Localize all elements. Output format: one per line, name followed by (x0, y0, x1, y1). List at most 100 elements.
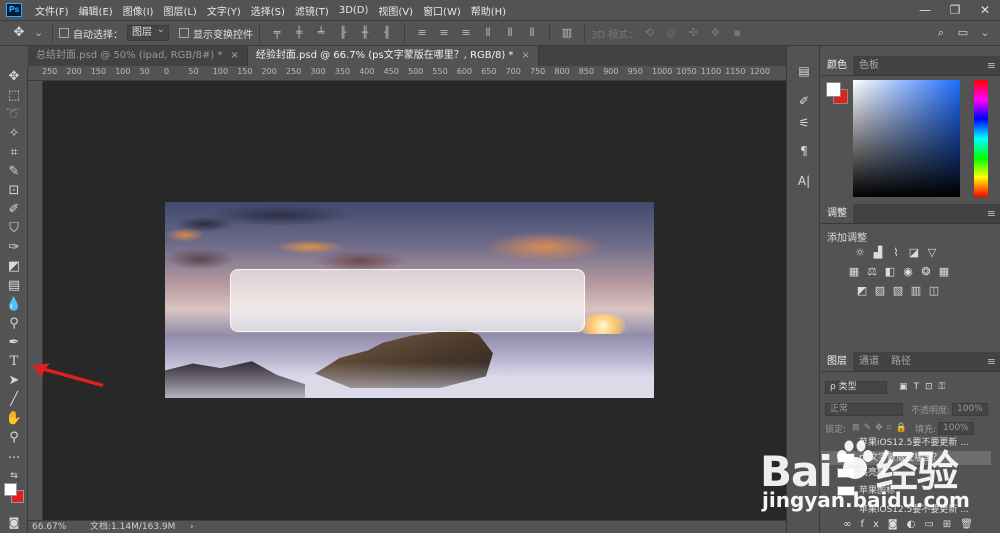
lasso-tool-icon[interactable]: ➰ (4, 106, 24, 123)
properties-panel-icon[interactable]: ⚟ (794, 114, 814, 132)
foreground-color-swatch[interactable] (4, 483, 17, 496)
marquee-tool-icon[interactable]: ⬚ (4, 87, 24, 104)
eraser-tool-icon[interactable]: ◩ (4, 258, 24, 275)
panel-menu-icon[interactable]: ≡ (987, 207, 996, 220)
search-icon[interactable]: ⌕ (934, 26, 948, 40)
clone-stamp-tool-icon[interactable]: ⛉ (4, 220, 24, 237)
align-vcenter-icon[interactable]: ╪ (292, 26, 306, 40)
filter-icons[interactable]: ▣T⊡⚿ (899, 382, 951, 392)
quick-mask-icon[interactable]: ◙ (4, 514, 24, 531)
blend-mode-select[interactable]: 正常 (825, 402, 903, 416)
zoom-tool-icon[interactable]: ⚲ (4, 429, 24, 446)
tab-layers[interactable]: 图层 (821, 352, 853, 371)
channel-mixer-icon[interactable]: ❂ (919, 265, 933, 279)
menu-filter[interactable]: 滤镜(T) (290, 3, 334, 18)
workspace-dropdown-icon[interactable]: ⌄ (978, 26, 992, 40)
distribute-hcenter-icon[interactable]: ⦀ (503, 26, 517, 40)
dodge-tool-icon[interactable]: ⚲ (4, 315, 24, 332)
menu-select[interactable]: 选择(S) (246, 3, 290, 18)
paragraph-panel-icon[interactable]: ¶ (794, 142, 814, 160)
fill-value[interactable]: 100% (938, 421, 974, 435)
pen-tool-icon[interactable]: ✒ (4, 334, 24, 351)
3d-scale-icon[interactable]: ▪ (730, 26, 744, 40)
show-transform-checkbox[interactable] (179, 28, 189, 38)
menu-view[interactable]: 视图(V) (373, 3, 418, 18)
document-image[interactable] (165, 202, 654, 398)
history-brush-tool-icon[interactable]: ✑ (4, 239, 24, 256)
photo-filter-icon[interactable]: ◉ (901, 265, 915, 279)
move-tool-icon[interactable]: ✥ (4, 68, 24, 85)
close-window-button[interactable]: ✕ (970, 0, 1000, 20)
hue-slider[interactable] (974, 80, 988, 197)
tab-swatches[interactable]: 色板 (853, 56, 885, 75)
brush-tool-icon[interactable]: ✐ (4, 201, 24, 218)
adjustment-icon[interactable]: ◐ (907, 519, 925, 530)
gradient-tool-icon[interactable]: ▤ (4, 277, 24, 294)
distribute-bottom-icon[interactable]: ≡ (459, 26, 473, 40)
curves-icon[interactable]: ⌇ (889, 246, 903, 260)
horizontal-ruler[interactable]: 250 200 150 100 50 0 50 100 150 200 250 300 350 400 45… (28, 66, 786, 81)
folder-icon[interactable]: ▭ (924, 519, 942, 530)
color-field[interactable] (853, 80, 960, 197)
hand-tool-icon[interactable]: ✋ (4, 410, 24, 427)
black-white-icon[interactable]: ◧ (883, 265, 897, 279)
status-menu-arrow-icon[interactable]: › (190, 521, 194, 533)
link-icon[interactable]: ∞ (843, 519, 860, 530)
magic-wand-tool-icon[interactable]: ✧ (4, 125, 24, 142)
menu-3d[interactable]: 3D(D) (334, 5, 374, 16)
path-selection-tool-icon[interactable]: ➤ (4, 372, 24, 389)
color-balance-icon[interactable]: ⚖ (865, 265, 879, 279)
restore-button[interactable]: ❐ (940, 0, 970, 20)
distribute-left-icon[interactable]: ⦀ (481, 26, 495, 40)
type-tool-icon[interactable]: T (4, 353, 24, 370)
lock-icons[interactable]: ⊠✎✥⌗🔒 (852, 423, 911, 433)
vertical-ruler[interactable] (28, 81, 43, 520)
history-panel-icon[interactable]: ▤ (794, 62, 814, 80)
tab-summary-cover[interactable]: 总结封面.psd @ 50% (ipad, RGB/8#) * × (28, 46, 248, 66)
eyedropper-tool-icon[interactable]: ✎ (4, 163, 24, 180)
new-layer-icon[interactable]: ⊞ (943, 519, 960, 530)
3d-roll-icon[interactable]: ◎ (664, 26, 678, 40)
minimize-button[interactable]: — (910, 0, 940, 20)
distribute-right-icon[interactable]: ⦀ (525, 26, 539, 40)
zoom-level[interactable]: 66.67% (32, 521, 66, 533)
tab-adjustments[interactable]: 调整 (821, 204, 853, 223)
3d-pan-icon[interactable]: ✣ (686, 26, 700, 40)
brightness-icon[interactable]: ☼ (853, 246, 867, 260)
more-tools-icon[interactable]: ··· (4, 450, 24, 467)
picker-foreground-swatch[interactable] (826, 82, 841, 97)
selective-color-icon[interactable]: ◫ (927, 284, 941, 298)
workspace-icon[interactable]: ▭ (956, 26, 970, 40)
align-bottom-icon[interactable]: ╧ (314, 26, 328, 40)
align-left-icon[interactable]: ╟ (336, 26, 350, 40)
menu-type[interactable]: 文字(Y) (202, 3, 246, 18)
preset-dropdown-icon[interactable]: ⌄ (34, 26, 43, 40)
distribute-top-icon[interactable]: ≡ (415, 26, 429, 40)
trash-icon[interactable]: 🗑 (960, 519, 982, 530)
color-lookup-icon[interactable]: ▦ (937, 265, 951, 279)
vibrance-icon[interactable]: ▽ (925, 246, 939, 260)
crop-tool-icon[interactable]: ⌗ (4, 144, 24, 161)
tab-paths[interactable]: 路径 (885, 352, 917, 371)
healing-brush-tool-icon[interactable]: ⊡ (4, 182, 24, 199)
menu-window[interactable]: 窗口(W) (418, 3, 466, 18)
levels-icon[interactable]: ▟ (871, 246, 885, 260)
close-icon[interactable]: × (230, 50, 238, 61)
invert-icon[interactable]: ◩ (855, 284, 869, 298)
panel-menu-icon[interactable]: ≡ (987, 59, 996, 72)
posterize-icon[interactable]: ▨ (873, 284, 887, 298)
auto-align-icon[interactable]: ▥ (560, 26, 574, 40)
align-top-icon[interactable]: ╤ (270, 26, 284, 40)
tab-color[interactable]: 颜色 (821, 56, 853, 75)
line-tool-icon[interactable]: ╱ (4, 391, 24, 408)
hue-saturation-icon[interactable]: ▦ (847, 265, 861, 279)
3d-slide-icon[interactable]: ✥ (708, 26, 722, 40)
opacity-value[interactable]: 100% (952, 402, 988, 416)
auto-select-checkbox[interactable] (59, 28, 69, 38)
gradient-map-icon[interactable]: ▥ (909, 284, 923, 298)
threshold-icon[interactable]: ▧ (891, 284, 905, 298)
menu-file[interactable]: 文件(F) (30, 3, 74, 18)
mask-icon[interactable]: ◙ (888, 519, 907, 530)
character-panel-icon[interactable]: A| (794, 172, 814, 190)
menu-edit[interactable]: 编辑(E) (74, 3, 118, 18)
